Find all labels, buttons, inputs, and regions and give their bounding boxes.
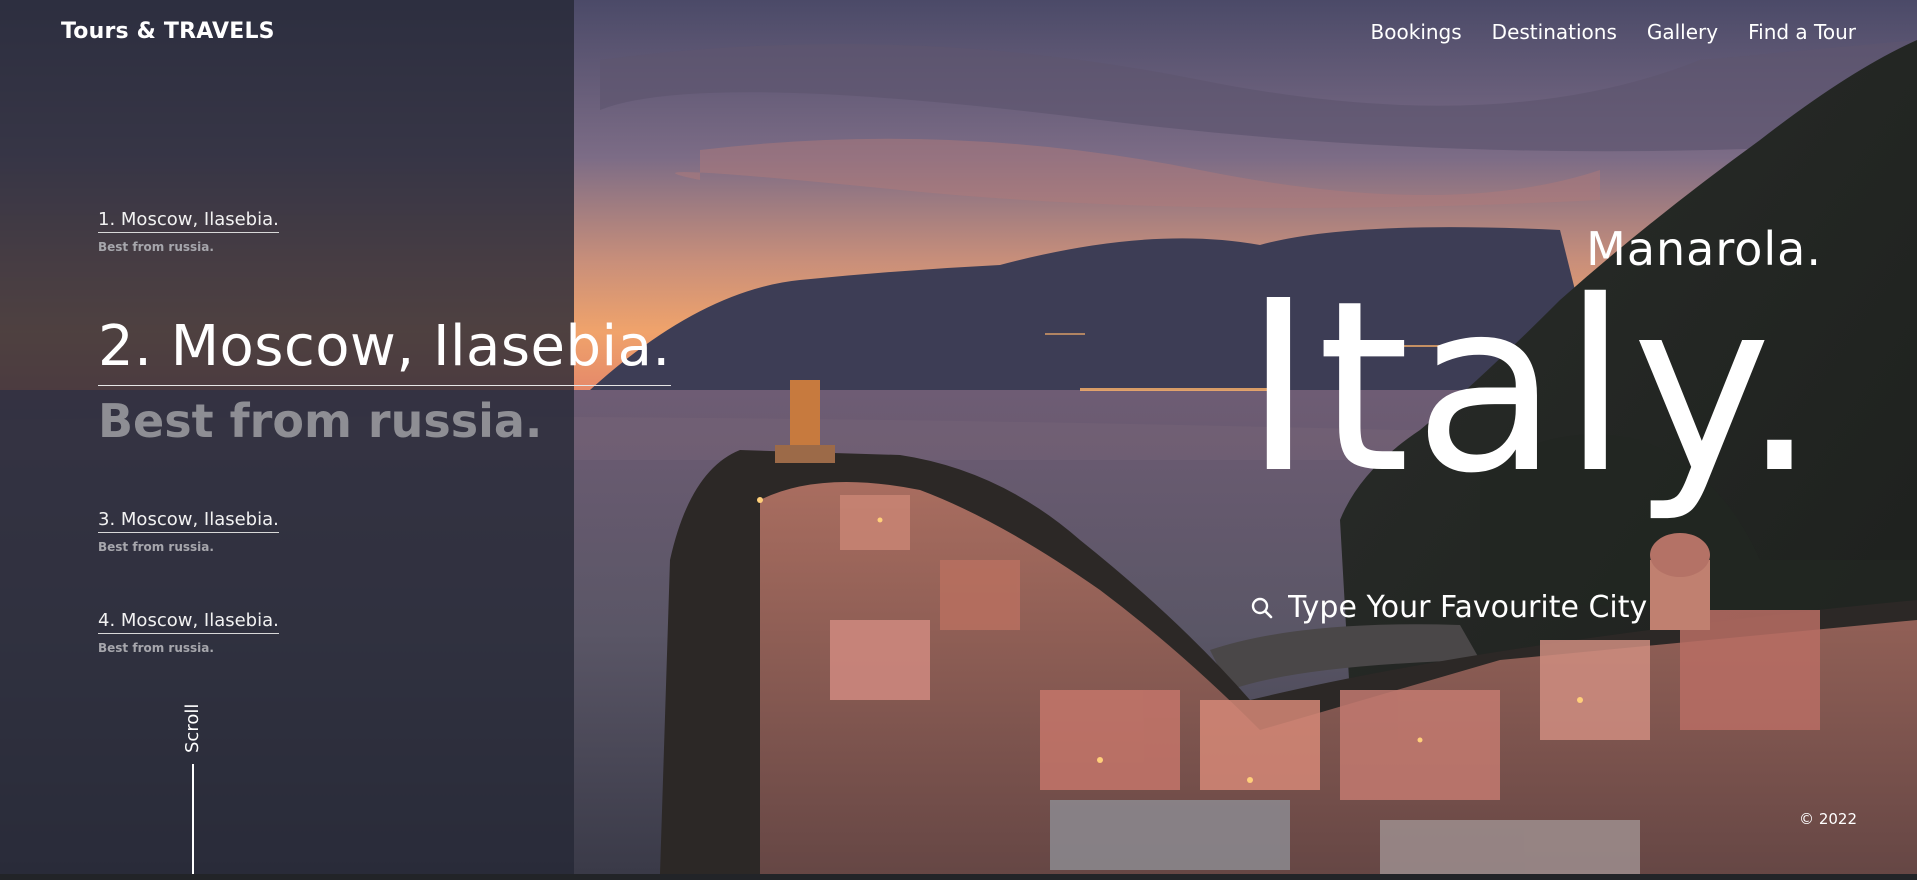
scroll-label: Scroll	[182, 703, 203, 753]
city-search	[1250, 590, 1708, 625]
nav-gallery[interactable]: Gallery	[1647, 20, 1718, 44]
scroll-indicator[interactable]: Scroll	[180, 700, 206, 874]
nav-bookings[interactable]: Bookings	[1371, 20, 1462, 44]
destination-subtitle: Best from russia.	[98, 641, 214, 655]
search-icon[interactable]	[1250, 596, 1274, 620]
hero-title: Italy.	[1243, 250, 1821, 525]
destination-title: 3. Moscow, Ilasebia.	[98, 509, 279, 533]
bottom-strip	[0, 874, 1917, 880]
copyright: © 2022	[1799, 810, 1857, 828]
destination-item[interactable]: 3. Moscow, Ilasebia. Best from russia.	[98, 509, 279, 554]
destination-title: 2. Moscow, Ilasebia.	[98, 314, 671, 386]
destination-item[interactable]: 1. Moscow, Ilasebia. Best from russia.	[98, 209, 279, 254]
destination-item[interactable]: 4. Moscow, Ilasebia. Best from russia.	[98, 610, 279, 655]
destination-subtitle: Best from russia.	[98, 540, 214, 554]
destination-title: 1. Moscow, Ilasebia.	[98, 209, 279, 233]
destination-subtitle: Best from russia.	[98, 240, 214, 254]
nav-find-a-tour[interactable]: Find a Tour	[1748, 20, 1856, 44]
destination-subtitle: Best from russia.	[98, 394, 543, 448]
destination-item-active[interactable]: 2. Moscow, Ilasebia. Best from russia.	[98, 314, 671, 448]
nav-destinations[interactable]: Destinations	[1492, 20, 1617, 44]
destination-title: 4. Moscow, Ilasebia.	[98, 610, 279, 634]
search-input[interactable]	[1288, 590, 1708, 625]
scroll-line	[192, 764, 194, 874]
site-logo[interactable]: Tours & TRAVELS	[61, 19, 275, 44]
main-nav: Bookings Destinations Gallery Find a Tou…	[1371, 20, 1856, 44]
